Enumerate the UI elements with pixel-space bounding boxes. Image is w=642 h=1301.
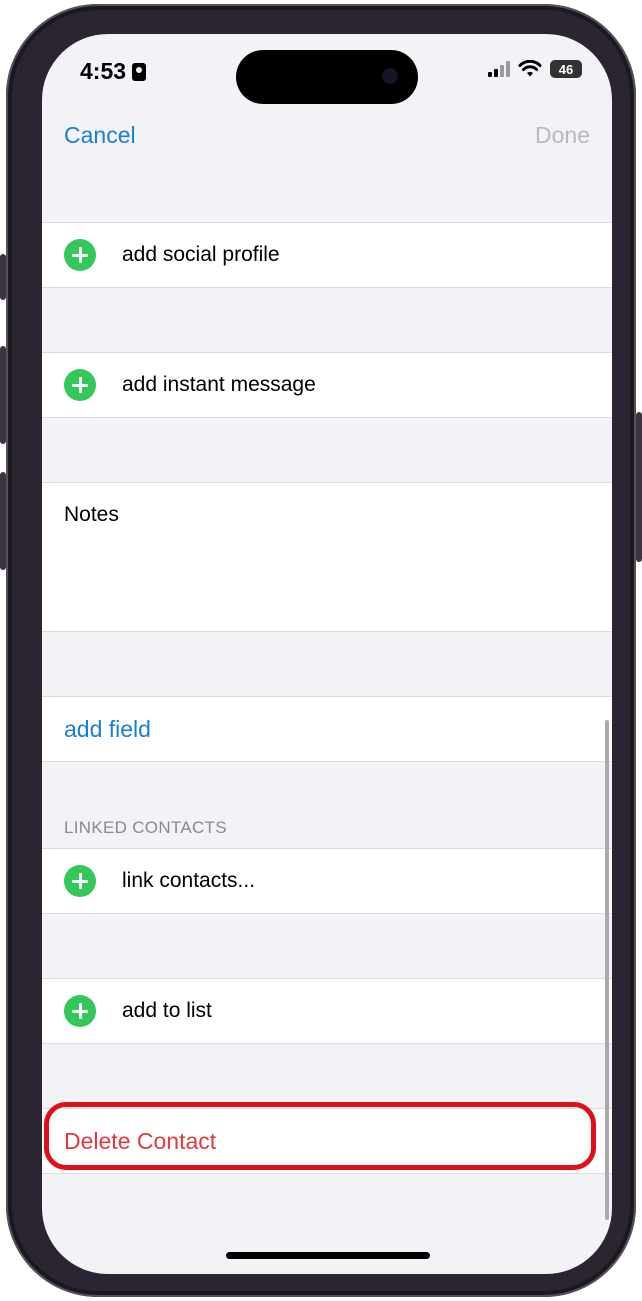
dynamic-island: [236, 50, 418, 104]
volume-up-button[interactable]: [0, 346, 6, 444]
action-button[interactable]: [0, 254, 6, 300]
plus-circle-icon[interactable]: [64, 239, 96, 271]
notes-field[interactable]: Notes: [42, 482, 612, 632]
status-time: 4:53: [80, 58, 147, 85]
add-instant-message-row[interactable]: add instant message: [42, 352, 612, 418]
phone-frame: 4:53 46 Cancel Done add social profile a…: [0, 4, 642, 1297]
add-to-list-label: add to list: [122, 999, 212, 1022]
cancel-button[interactable]: Cancel: [64, 122, 136, 149]
id-card-icon: [132, 62, 147, 81]
wifi-icon: [518, 60, 542, 77]
scrollbar[interactable]: [605, 720, 609, 1220]
camera-icon: [382, 68, 398, 84]
volume-down-button[interactable]: [0, 472, 6, 570]
plus-circle-icon[interactable]: [64, 995, 96, 1027]
link-contacts-row[interactable]: link contacts...: [42, 848, 612, 914]
add-field-label: add field: [64, 715, 151, 742]
status-icons: 46: [488, 60, 582, 78]
screen: 4:53 46 Cancel Done add social profile a…: [42, 34, 612, 1274]
battery-icon: 46: [550, 60, 582, 78]
battery-level: 46: [558, 61, 574, 77]
linked-contacts-header: LINKED CONTACTS: [64, 818, 227, 837]
add-social-profile-label: add social profile: [122, 243, 280, 266]
annotation-highlight: [44, 1102, 596, 1170]
plus-circle-icon[interactable]: [64, 369, 96, 401]
notes-label: Notes: [64, 503, 119, 526]
add-to-list-row[interactable]: add to list: [42, 978, 612, 1044]
add-field-row[interactable]: add field: [42, 696, 612, 762]
side-button[interactable]: [636, 412, 642, 562]
home-indicator[interactable]: [226, 1252, 430, 1259]
plus-circle-icon[interactable]: [64, 865, 96, 897]
page: 4:53 46 Cancel Done add social profile a…: [0, 0, 642, 1301]
link-contacts-label: link contacts...: [122, 869, 256, 892]
status-time-text: 4:53: [80, 58, 127, 84]
done-button[interactable]: Done: [535, 122, 590, 149]
add-social-profile-row[interactable]: add social profile: [42, 222, 612, 288]
cellular-signal-icon: [488, 61, 510, 77]
add-instant-message-label: add instant message: [122, 373, 316, 396]
